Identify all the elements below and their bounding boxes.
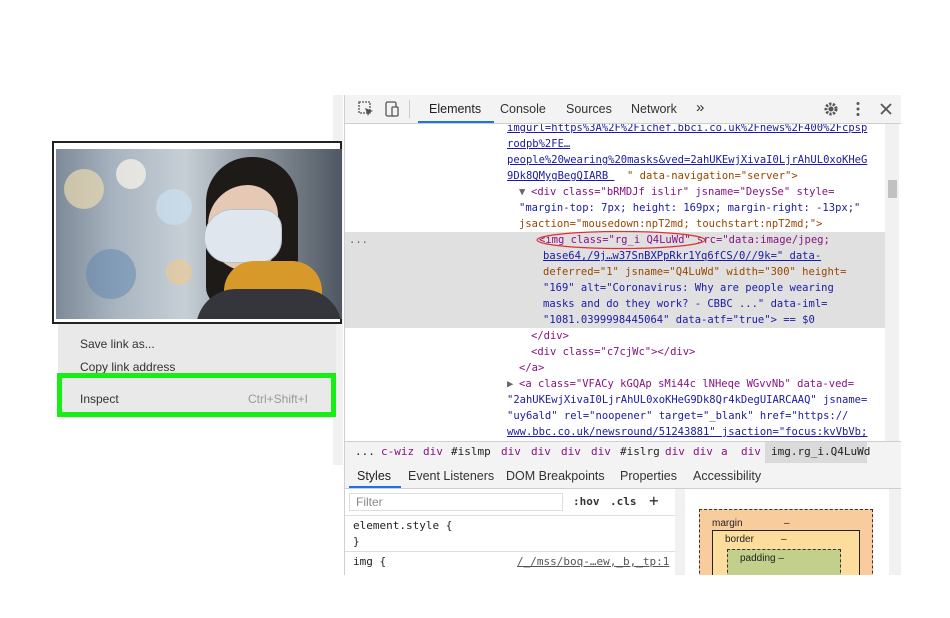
- box-model-margin-value[interactable]: –: [784, 518, 790, 529]
- sidebar-subtabs: Styles Event Listeners DOM Breakpoints P…: [345, 464, 901, 489]
- settings-gear-icon[interactable]: [822, 100, 840, 118]
- devtools-panel: Elements Console Sources Network » imgur…: [344, 95, 901, 575]
- dom-line[interactable]: deferred="1" jsname="Q4LuWd" width="300"…: [543, 264, 846, 280]
- subtab-properties[interactable]: Properties: [620, 469, 677, 483]
- add-rule-icon[interactable]: +: [649, 491, 659, 510]
- photo-woman-with-mask: [56, 149, 342, 319]
- styles-filter-input[interactable]: Filter: [349, 493, 563, 511]
- tab-elements[interactable]: Elements: [429, 102, 481, 116]
- dom-line[interactable]: <div class="bRMDJf islir" jsname="DeysSe…: [531, 184, 834, 200]
- devtools-toolbar: Elements Console Sources Network »: [345, 95, 901, 124]
- node-ellipsis[interactable]: ...: [349, 232, 368, 248]
- breadcrumb-item[interactable]: div: [423, 445, 443, 458]
- img-rule-source-link[interactable]: /_/mss/boq-…ew,_b,_tp:1: [517, 555, 669, 568]
- scrollbar-thumb[interactable]: [888, 180, 897, 198]
- close-icon[interactable]: [877, 100, 895, 118]
- styles-scrollbar[interactable]: [675, 489, 685, 575]
- more-tabs-chevron-icon[interactable]: »: [696, 99, 704, 116]
- dom-line[interactable]: 9Dk8QMygBegQIARB: [507, 168, 614, 184]
- box-model-padding: padding –: [727, 549, 841, 575]
- breadcrumb-item[interactable]: div: [741, 445, 761, 458]
- dom-line[interactable]: imgurl=https%3A%2F%2Fichef.bbci.co.uk%2F…: [507, 124, 867, 136]
- element-style-close: }: [353, 535, 360, 548]
- inspect-highlight-outline: [57, 373, 336, 417]
- styles-pane: Filter :hov .cls + element.style { } img…: [345, 489, 685, 575]
- img-rule-selector[interactable]: img {: [353, 555, 386, 568]
- breadcrumb-item[interactable]: div: [501, 445, 521, 458]
- active-tab-indicator: [418, 121, 494, 123]
- dom-line[interactable]: "1081.0399998445064" data-atf="true"> ==…: [543, 312, 815, 328]
- menu-item-copy-link-address[interactable]: Copy link address: [80, 360, 175, 374]
- image-preview[interactable]: [52, 141, 342, 324]
- dom-line[interactable]: <a class="VFACy kGQAp sMi44c lNHeqe WGvv…: [519, 376, 854, 392]
- elements-dom-tree[interactable]: imgurl=https%3A%2F%2Fichef.bbci.co.uk%2F…: [345, 124, 885, 440]
- dom-line[interactable]: people%20wearing%20masks&ved=2ahUKEwjXiv…: [507, 152, 867, 168]
- collapse-triangle-icon[interactable]: ▶: [507, 376, 513, 392]
- dom-line[interactable]: base64,/9j…w37SnBXPpRkr1Yq6fCS/0//9k=" d…: [543, 248, 821, 264]
- tab-network[interactable]: Network: [631, 102, 677, 116]
- breadcrumb-item[interactable]: div: [665, 445, 685, 458]
- computed-pane-scrollbar[interactable]: [889, 489, 901, 575]
- breadcrumb-item[interactable]: div: [693, 445, 713, 458]
- tab-sources[interactable]: Sources: [566, 102, 612, 116]
- dom-line[interactable]: "margin-top: 7px; height: 169px; margin-…: [519, 200, 860, 216]
- breadcrumb-item[interactable]: a: [721, 445, 728, 458]
- dom-line[interactable]: <div class="c7cjWc"></div>: [531, 344, 695, 360]
- tab-console[interactable]: Console: [500, 102, 546, 116]
- kebab-menu-icon[interactable]: [849, 100, 867, 118]
- box-model-diagram: margin – border – padding –: [699, 509, 873, 575]
- dom-line[interactable]: </div>: [531, 328, 569, 344]
- breadcrumb-item-current[interactable]: img.rg_i.Q4LuWd: [771, 445, 870, 458]
- dom-line[interactable]: " data-navigation="server">: [627, 168, 798, 184]
- box-model-border-value[interactable]: –: [781, 534, 787, 545]
- dom-line[interactable]: "uy6ald" rel="noopener" target="_blank" …: [507, 408, 848, 424]
- subtab-event-listeners[interactable]: Event Listeners: [408, 469, 494, 483]
- menu-item-save-link[interactable]: Save link as...: [80, 337, 155, 351]
- dom-line[interactable]: www.bbc.co.uk/newsround/51243881" jsacti…: [507, 424, 867, 440]
- divider: [345, 515, 677, 516]
- hov-toggle[interactable]: :hov: [573, 495, 600, 508]
- breadcrumb-item[interactable]: c-wiz: [381, 445, 414, 458]
- expand-triangle-icon[interactable]: ▼: [519, 184, 525, 200]
- box-model-margin-label: margin: [712, 518, 743, 529]
- subtab-dom-breakpoints[interactable]: DOM Breakpoints: [506, 469, 605, 483]
- dom-line[interactable]: masks and do they work? - CBBC ..." data…: [543, 296, 827, 312]
- toolbar-divider: [409, 100, 410, 118]
- box-model-border-label: border: [725, 534, 754, 545]
- subtab-styles[interactable]: Styles: [357, 469, 391, 483]
- dom-line[interactable]: "2ahUKEwjXivaI0LjrAhUL0xoKHeG9Dk8Qr4kDeg…: [507, 392, 867, 408]
- red-circle-annotation: [536, 230, 706, 250]
- breadcrumb-item[interactable]: #islmp: [451, 445, 491, 458]
- breadcrumb: ... c-wiz div #islmp div div div div #is…: [345, 441, 901, 465]
- dom-line[interactable]: </a>: [519, 360, 544, 376]
- element-style-rule[interactable]: element.style {: [353, 519, 452, 532]
- divider: [345, 551, 677, 552]
- active-subtab-indicator: [349, 486, 401, 488]
- cls-toggle[interactable]: .cls: [610, 495, 637, 508]
- dom-line[interactable]: "169" alt="Coronavirus: Why are people w…: [543, 280, 834, 296]
- dom-line[interactable]: rodpb%2FE…: [507, 136, 570, 152]
- breadcrumb-item[interactable]: div: [591, 445, 611, 458]
- box-model-padding-label[interactable]: padding –: [740, 553, 784, 564]
- breadcrumb-item[interactable]: ...: [355, 445, 375, 458]
- dom-tree-scrollbar[interactable]: [885, 124, 899, 442]
- device-toolbar-icon[interactable]: [383, 100, 401, 118]
- breadcrumb-item[interactable]: #islrg: [620, 445, 660, 458]
- breadcrumb-item[interactable]: div: [531, 445, 551, 458]
- subtab-accessibility[interactable]: Accessibility: [693, 469, 761, 483]
- box-model-border: border – padding –: [712, 530, 860, 575]
- inspect-element-icon[interactable]: [357, 100, 375, 118]
- breadcrumb-item[interactable]: div: [561, 445, 581, 458]
